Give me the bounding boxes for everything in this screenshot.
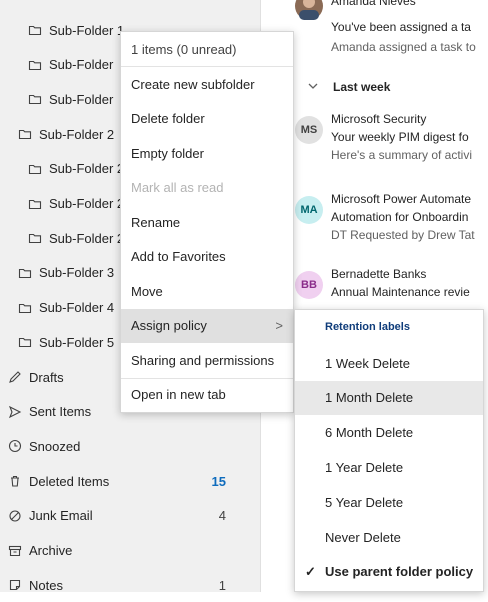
menu-item-label: Create new subfolder: [131, 76, 255, 92]
menu-item-move[interactable]: Move: [121, 274, 293, 308]
menu-item-rename[interactable]: Rename: [121, 205, 293, 239]
menu-item-label: Open in new tab: [131, 387, 226, 402]
chevron-down-icon: [307, 80, 319, 95]
submenu-header: Retention labels: [325, 321, 410, 333]
menu-item-sharing-and-permissions[interactable]: Sharing and permissions: [121, 343, 293, 377]
pencil-icon: [8, 370, 22, 384]
folder-label: Archive: [29, 543, 73, 558]
folder-icon: [28, 58, 42, 72]
folder-count: 1: [218, 577, 226, 593]
folder-context-menu: 1 items (0 unread) Create new subfolder D…: [120, 31, 294, 413]
retention-option[interactable]: ✓ Use parent folder policy: [295, 555, 483, 589]
archive-icon: [8, 544, 22, 558]
folder-item[interactable]: Snoozed: [0, 429, 250, 463]
folder-item[interactable]: Archive: [0, 534, 250, 568]
clock-icon: [8, 439, 22, 453]
folder-label: Junk Email: [29, 508, 93, 524]
retention-option-label: Never Delete: [325, 529, 401, 545]
message-sender: Bernadette Banks: [331, 267, 427, 281]
send-icon: [8, 405, 22, 419]
menu-item-assign-policy[interactable]: Assign policy >: [121, 308, 293, 343]
retention-option[interactable]: 1 Month Delete: [295, 380, 483, 415]
message-sender: Amanda Nieves: [331, 0, 416, 8]
avatar: BB: [295, 271, 323, 299]
retention-option[interactable]: 1 Week Delete: [295, 346, 483, 380]
checkmark-icon: ✓: [305, 563, 316, 579]
avatar: MS: [295, 116, 323, 144]
message-subject: You've been assigned a ta: [331, 20, 471, 34]
folder-icon: [28, 92, 42, 106]
folder-item[interactable]: Deleted Items 15: [0, 464, 250, 498]
menu-item-label: Rename: [131, 214, 181, 230]
retention-option[interactable]: Never Delete: [295, 520, 483, 554]
folder-label: Deleted Items: [29, 473, 110, 489]
menu-item-label: Empty folder: [131, 145, 204, 161]
menu-item-mark-all-as-read: Mark all as read: [121, 171, 293, 205]
message-sender: Microsoft Security: [331, 112, 427, 126]
chevron-right-icon: >: [275, 318, 283, 333]
menu-item-label: Delete folder: [131, 111, 205, 126]
retention-option[interactable]: 5 Year Delete: [295, 485, 483, 519]
menu-item-delete-folder[interactable]: Delete folder: [121, 102, 293, 136]
folder-icon: [18, 127, 32, 141]
folder-icon: [18, 335, 32, 349]
menu-item-label: Add to Favorites: [131, 249, 226, 264]
retention-option-label: 1 Month Delete: [325, 390, 414, 406]
menu-item-label: Move: [131, 283, 163, 299]
menu-item-create-new-subfolder[interactable]: Create new subfolder: [121, 67, 293, 101]
folder-label: Notes: [29, 577, 63, 593]
message-subject: Automation for Onboardin: [331, 210, 469, 224]
folder-icon: [18, 266, 32, 280]
message-item[interactable]: MA Microsoft Power Automate Automation for…: [261, 188, 488, 264]
trash-icon: [8, 474, 22, 488]
folder-item[interactable]: Notes 1: [0, 568, 250, 602]
menu-item-count-info: 1 items (0 unread): [131, 41, 237, 57]
folder-icon: [28, 231, 42, 245]
avatar: MA: [295, 196, 323, 224]
message-sender: Microsoft Power Automate: [331, 192, 472, 206]
folder-icon: [28, 197, 42, 211]
note-icon: [8, 578, 22, 592]
junk-icon: [8, 509, 22, 523]
folder-count: 15: [211, 473, 226, 489]
retention-submenu: Retention labels 1 Week Delete 1 Month De…: [294, 309, 484, 592]
folder-item[interactable]: Junk Email 4: [0, 499, 250, 533]
retention-option-label: 1 Week Delete: [325, 355, 411, 371]
folder-count: 4: [218, 508, 226, 524]
group-header-last-week[interactable]: Last week: [261, 70, 488, 104]
message-preview: Here's a summary of activi: [331, 148, 472, 162]
folder-icon: [28, 23, 42, 37]
retention-option[interactable]: 6 Month Delete: [295, 416, 483, 450]
folder-label: Snoozed: [29, 438, 81, 454]
message-preview: DT Requested by Drew Tat: [331, 228, 475, 242]
message-preview: Amanda assigned a task to: [331, 40, 476, 54]
menu-item-label: Assign policy: [131, 318, 207, 333]
message-item-amanda[interactable]: Amanda Nieves You've been assigned a ta …: [261, 0, 488, 62]
message-subject: Annual Maintenance revie: [331, 285, 470, 299]
retention-option-label: 5 Year Delete: [325, 494, 404, 510]
retention-option-label: Use parent folder policy: [325, 564, 474, 580]
folder-icon: [18, 301, 32, 315]
message-item[interactable]: MS Microsoft Security Your weekly PIM dige…: [261, 108, 488, 184]
folder-icon: [28, 162, 42, 176]
menu-item-empty-folder[interactable]: Empty folder: [121, 136, 293, 170]
menu-item-add-to-favorites[interactable]: Add to Favorites: [121, 240, 293, 274]
retention-option[interactable]: 1 Year Delete: [295, 450, 483, 484]
retention-option-label: 1 Year Delete: [325, 459, 404, 475]
retention-option-label: 6 Month Delete: [325, 425, 414, 441]
menu-item-label: Mark all as read: [131, 180, 224, 195]
message-subject: Your weekly PIM digest fo: [331, 130, 469, 144]
group-header-label: Last week: [333, 80, 391, 94]
avatar: [295, 0, 323, 20]
menu-item-label: Sharing and permissions: [131, 352, 275, 368]
menu-item-open-in-new-tab[interactable]: Open in new tab: [121, 378, 293, 412]
